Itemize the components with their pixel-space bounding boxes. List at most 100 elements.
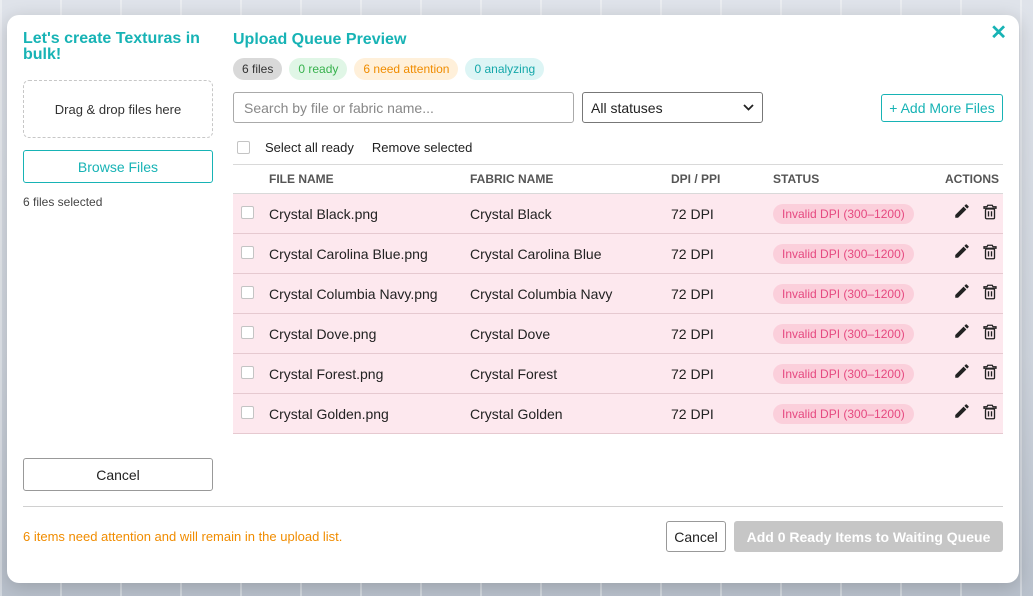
row-checkbox-cell	[233, 273, 269, 314]
right-panel: Upload Queue Preview 6 files 0 ready 6 n…	[233, 31, 1003, 434]
file-name-cell: Crystal Carolina Blue.png	[269, 233, 470, 274]
fabric-name-cell: Crystal Dove	[470, 313, 671, 354]
browse-files-button[interactable]: Browse Files	[23, 150, 213, 183]
table-header-row: FILE NAME FABRIC NAME DPI / PPI STATUS A…	[233, 164, 1003, 194]
file-name-cell: Crystal Forest.png	[269, 353, 470, 394]
status-badge: Invalid DPI (300–1200)	[773, 403, 914, 424]
header-dpi: DPI / PPI	[671, 164, 773, 194]
actions-cell	[943, 273, 1003, 314]
badge-ready[interactable]: 0 ready	[289, 58, 348, 80]
select-all-label[interactable]: Select all ready	[265, 140, 354, 155]
edit-icon[interactable]	[953, 202, 971, 222]
edit-icon[interactable]	[953, 402, 971, 422]
edit-icon[interactable]	[953, 322, 971, 342]
status-badges: 6 files 0 ready 6 need attention 0 analy…	[233, 58, 1003, 80]
dpi-cell: 72 DPI	[671, 273, 773, 314]
row-checkbox[interactable]	[241, 405, 254, 419]
dpi-cell: 72 DPI	[671, 233, 773, 274]
dropzone-text: Drag & drop files here	[54, 101, 182, 117]
status-badge: Invalid DPI (300–1200)	[773, 283, 914, 304]
header-file-name: FILE NAME	[269, 164, 470, 194]
row-checkbox[interactable]	[241, 325, 254, 339]
badge-files[interactable]: 6 files	[233, 58, 283, 80]
left-cancel-button[interactable]: Cancel	[23, 458, 213, 491]
fabric-name-cell: Crystal Carolina Blue	[470, 233, 671, 274]
page-title: Upload Queue Preview	[233, 31, 407, 48]
header-actions: ACTIONS	[943, 164, 1003, 194]
dpi-cell: 72 DPI	[671, 353, 773, 394]
row-checkbox[interactable]	[241, 245, 254, 259]
left-title: Let's create Texturas in bulk!	[23, 30, 200, 63]
edit-icon[interactable]	[953, 282, 971, 302]
status-filter-select[interactable]: All statuses	[582, 92, 763, 123]
status-cell: Invalid DPI (300–1200)	[773, 353, 943, 394]
fabric-name-cell: Crystal Forest	[470, 353, 671, 394]
row-checkbox-cell	[233, 193, 269, 234]
search-input[interactable]	[233, 92, 574, 123]
edit-icon[interactable]	[953, 242, 971, 262]
actions-cell	[943, 313, 1003, 354]
dpi-cell: 72 DPI	[671, 313, 773, 354]
controls-bar: All statuses + Add More Files	[233, 92, 1003, 123]
fabric-name-cell: Crystal Golden	[470, 393, 671, 434]
files-selected-count: 6 files selected	[23, 195, 103, 209]
trash-icon[interactable]	[981, 362, 999, 382]
remove-selected-button[interactable]: Remove selected	[372, 140, 472, 155]
file-name-cell: Crystal Columbia Navy.png	[269, 273, 470, 314]
table-row[interactable]: Crystal Forest.png Crystal Forest 72 DPI In…	[233, 353, 1003, 394]
footer-message: 6 items need attention and will remain i…	[23, 529, 343, 544]
badge-attention[interactable]: 6 need attention	[354, 58, 459, 80]
status-cell: Invalid DPI (300–1200)	[773, 233, 943, 274]
fabric-name-cell: Crystal Black	[470, 193, 671, 234]
trash-icon[interactable]	[981, 322, 999, 342]
status-cell: Invalid DPI (300–1200)	[773, 393, 943, 434]
file-name-cell: Crystal Black.png	[269, 193, 470, 234]
row-checkbox[interactable]	[241, 285, 254, 299]
add-more-files-button[interactable]: + Add More Files	[881, 93, 1003, 122]
badge-analyzing[interactable]: 0 analyzing	[465, 58, 545, 80]
header-fabric-name: FABRIC NAME	[470, 164, 671, 194]
header-checkbox-col	[233, 164, 269, 194]
trash-icon[interactable]	[981, 282, 999, 302]
add-to-queue-button[interactable]: Add 0 Ready Items to Waiting Queue	[734, 521, 1003, 552]
trash-icon[interactable]	[981, 402, 999, 422]
actions-cell	[943, 233, 1003, 274]
row-checkbox-cell	[233, 313, 269, 354]
actions-cell	[943, 393, 1003, 434]
row-checkbox-cell	[233, 353, 269, 394]
header-status: STATUS	[773, 164, 943, 194]
actions-cell	[943, 353, 1003, 394]
status-badge: Invalid DPI (300–1200)	[773, 203, 914, 224]
status-badge: Invalid DPI (300–1200)	[773, 243, 914, 264]
file-table: FILE NAME FABRIC NAME DPI / PPI STATUS A…	[233, 164, 1003, 434]
dpi-cell: 72 DPI	[671, 393, 773, 434]
row-checkbox[interactable]	[241, 205, 254, 219]
footer-divider	[23, 506, 1003, 507]
edit-icon[interactable]	[953, 362, 971, 382]
fabric-name-cell: Crystal Columbia Navy	[470, 273, 671, 314]
dpi-cell: 72 DPI	[671, 193, 773, 234]
chevron-down-icon	[743, 104, 754, 111]
status-filter-value: All statuses	[591, 99, 663, 116]
row-checkbox[interactable]	[241, 365, 254, 379]
trash-icon[interactable]	[981, 202, 999, 222]
status-cell: Invalid DPI (300–1200)	[773, 193, 943, 234]
footer-cancel-button[interactable]: Cancel	[666, 521, 726, 552]
bulk-actions: Select all ready Remove selected	[233, 137, 1003, 157]
file-name-cell: Crystal Golden.png	[269, 393, 470, 434]
table-row[interactable]: Crystal Columbia Navy.png Crystal Columbi…	[233, 273, 1003, 314]
dropzone[interactable]: Drag & drop files here	[23, 80, 213, 138]
actions-cell	[943, 193, 1003, 234]
file-name-cell: Crystal Dove.png	[269, 313, 470, 354]
trash-icon[interactable]	[981, 242, 999, 262]
table-row[interactable]: Crystal Carolina Blue.png Crystal Carolin…	[233, 233, 1003, 274]
table-row[interactable]: Crystal Golden.png Crystal Golden 72 DPI In…	[233, 393, 1003, 434]
status-cell: Invalid DPI (300–1200)	[773, 273, 943, 314]
left-panel: Let's create Texturas in bulk! Drag & dr…	[23, 31, 213, 209]
select-all-checkbox[interactable]	[237, 140, 250, 154]
table-row[interactable]: Crystal Dove.png Crystal Dove 72 DPI Invali…	[233, 313, 1003, 354]
row-checkbox-cell	[233, 393, 269, 434]
upload-modal: ✕ Let's create Texturas in bulk! Drag & …	[7, 15, 1019, 583]
table-row[interactable]: Crystal Black.png Crystal Black 72 DPI Inva…	[233, 193, 1003, 234]
row-checkbox-cell	[233, 233, 269, 274]
